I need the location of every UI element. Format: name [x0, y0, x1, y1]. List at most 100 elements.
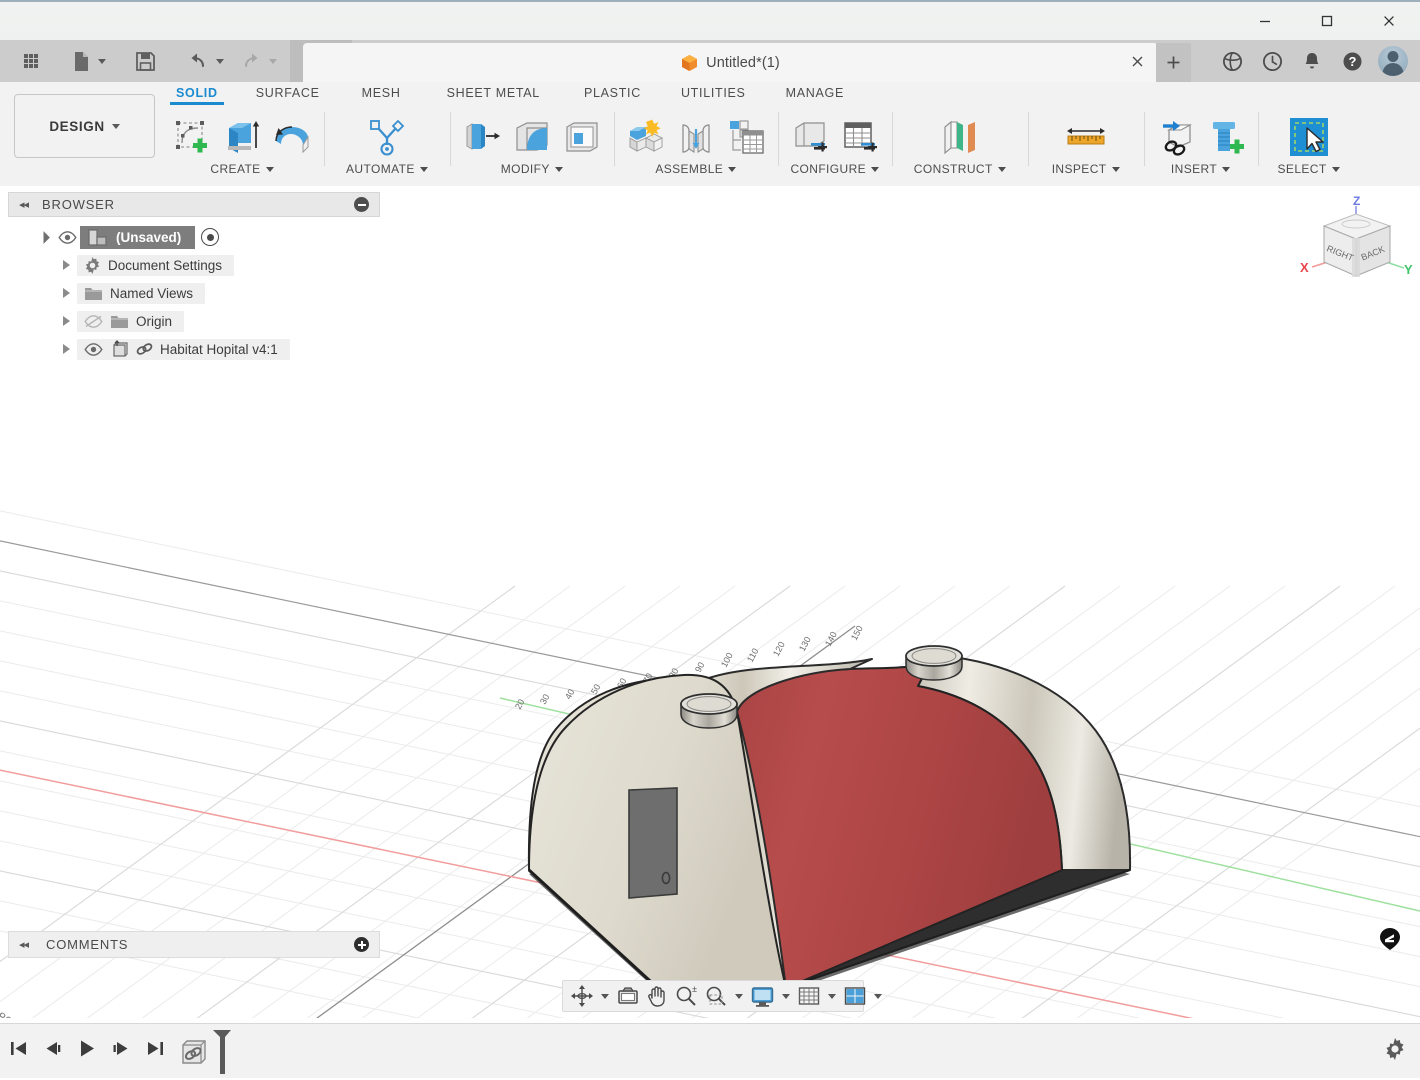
- visibility-eye-icon-habitat[interactable]: [84, 342, 103, 356]
- undo-button[interactable]: [182, 40, 229, 82]
- shell-tool[interactable]: [559, 112, 605, 162]
- panel-insert-label[interactable]: INSERT: [1171, 162, 1231, 176]
- display-settings-button[interactable]: [747, 982, 778, 1010]
- tree-node-origin[interactable]: Origin: [8, 307, 380, 335]
- comments-panel[interactable]: ◂◂ COMMENTS: [8, 931, 380, 958]
- offset-plane-tool[interactable]: [933, 112, 987, 162]
- notifications-button[interactable]: [1292, 40, 1332, 82]
- redo-button[interactable]: [235, 40, 282, 82]
- go-to-end-button[interactable]: [144, 1035, 166, 1061]
- tab-sheet-metal[interactable]: SHEET METAL: [417, 82, 556, 103]
- panel-automate-label[interactable]: AUTOMATE: [346, 162, 428, 176]
- expand-arrow-document-settings[interactable]: [55, 260, 77, 270]
- automate-tool[interactable]: [364, 112, 410, 162]
- activate-component-radio[interactable]: [201, 228, 220, 246]
- step-forward-button[interactable]: [110, 1035, 132, 1061]
- close-tab-button[interactable]: [1131, 55, 1144, 73]
- document-settings-row[interactable]: Document Settings: [77, 254, 235, 276]
- view-cube[interactable]: Z X Y RIGHT BACK: [1294, 192, 1416, 292]
- zoom-button[interactable]: ±: [671, 982, 701, 1010]
- tree-node-root[interactable]: (Unsaved): [8, 223, 380, 251]
- expand-arrow-origin[interactable]: [55, 316, 77, 326]
- minimize-button[interactable]: [1234, 2, 1296, 40]
- ribbon-panels: CREATE AUTOMATE MODIFY ASSEMBLE CONFIGUR…: [160, 106, 1360, 184]
- insert-derive-tool[interactable]: [1153, 112, 1199, 162]
- joint-tool[interactable]: [673, 112, 719, 162]
- timeline-settings-gear-icon[interactable]: [1384, 1038, 1406, 1065]
- look-at-button[interactable]: [613, 982, 643, 1010]
- tree-node-named-views[interactable]: Named Views: [8, 279, 380, 307]
- document-tab[interactable]: Untitled*(1): [303, 43, 1158, 82]
- close-button[interactable]: [1358, 2, 1420, 40]
- job-status-button[interactable]: [1252, 40, 1292, 82]
- browser-header[interactable]: ◂◂ BROWSER: [8, 192, 380, 217]
- habitat-hopital-row[interactable]: Habitat Hopital v4:1: [77, 338, 290, 360]
- viewports-button[interactable]: [840, 982, 870, 1010]
- tab-surface[interactable]: SURFACE: [234, 82, 336, 103]
- app-grid-button[interactable]: [8, 40, 54, 82]
- viewports-dropdown-caret[interactable]: [874, 993, 882, 999]
- bom-icon: [729, 120, 764, 154]
- extensions-button[interactable]: [1212, 40, 1252, 82]
- fillet-tool[interactable]: [509, 112, 555, 162]
- tab-plastic[interactable]: PLASTIC: [556, 82, 657, 103]
- new-tab-button[interactable]: [1156, 43, 1191, 82]
- root-component-pill[interactable]: (Unsaved): [80, 225, 196, 249]
- extrude-tool[interactable]: [219, 112, 265, 162]
- workspace-switcher[interactable]: DESIGN: [14, 94, 155, 158]
- tree-node-document-settings[interactable]: Document Settings: [8, 251, 380, 279]
- origin-row[interactable]: Origin: [77, 310, 185, 332]
- grid-snaps-button[interactable]: [794, 982, 824, 1010]
- new-component-tool[interactable]: [623, 112, 669, 162]
- revolve-tool[interactable]: [269, 112, 315, 162]
- comments-collapse-icon[interactable]: ◂◂: [19, 938, 29, 951]
- orbit-dropdown-caret[interactable]: [601, 993, 609, 999]
- configuration-tool[interactable]: [787, 112, 833, 162]
- press-pull-tool[interactable]: [459, 112, 505, 162]
- viewport-3d[interactable]: 60 40 20 0 20 80 20 30 40 50 60 70: [0, 186, 1420, 1018]
- tab-mesh[interactable]: MESH: [336, 82, 417, 103]
- pan-button[interactable]: [643, 982, 671, 1010]
- bom-tool[interactable]: [723, 112, 769, 162]
- file-menu-button[interactable]: [66, 40, 112, 82]
- maximize-button[interactable]: [1296, 2, 1358, 40]
- panel-select-label[interactable]: SELECT: [1278, 162, 1340, 176]
- expand-arrow-root[interactable]: [32, 230, 54, 244]
- tab-utilities[interactable]: UTILITIES: [657, 82, 762, 103]
- double-chevron-left-icon[interactable]: ◂◂: [19, 198, 29, 211]
- panel-assemble-label[interactable]: ASSEMBLE: [655, 162, 737, 176]
- panel-configure-label[interactable]: CONFIGURE: [790, 162, 880, 176]
- grid-dropdown-caret[interactable]: [828, 993, 836, 999]
- zoom-window-button[interactable]: [701, 982, 731, 1010]
- save-button[interactable]: [122, 40, 168, 82]
- visibility-eye-icon-root[interactable]: [54, 230, 80, 244]
- tab-solid[interactable]: SOLID: [160, 82, 234, 105]
- panel-inspect-label[interactable]: INSPECT: [1052, 162, 1120, 176]
- tree-node-habitat-hopital[interactable]: Habitat Hopital v4:1: [8, 335, 380, 363]
- expand-arrow-habitat-hopital[interactable]: [55, 344, 77, 354]
- display-dropdown-caret[interactable]: [782, 993, 790, 999]
- avatar[interactable]: [1378, 46, 1408, 76]
- measure-tool[interactable]: [1061, 112, 1111, 162]
- step-back-button[interactable]: [42, 1035, 64, 1061]
- expand-arrow-named-views[interactable]: [55, 288, 77, 298]
- panel-modify-label[interactable]: MODIFY: [501, 162, 563, 176]
- help-button[interactable]: ?: [1332, 40, 1372, 82]
- select-tool[interactable]: [1283, 112, 1335, 162]
- go-to-beginning-button[interactable]: [8, 1035, 30, 1061]
- minus-circle-icon[interactable]: [354, 197, 369, 212]
- play-playback-button[interactable]: [76, 1035, 98, 1061]
- visibility-eye-off-icon-origin[interactable]: [84, 314, 103, 328]
- panel-create-label[interactable]: CREATE: [210, 162, 274, 176]
- insert-mcmaster-tool[interactable]: [1203, 112, 1249, 162]
- plus-circle-icon[interactable]: [354, 937, 369, 952]
- zoom-dropdown-caret[interactable]: [735, 993, 743, 999]
- timeline-feature-derive[interactable]: [180, 1038, 208, 1071]
- tab-manage[interactable]: MANAGE: [762, 82, 860, 103]
- configuration-table-tool[interactable]: [837, 112, 883, 162]
- named-views-row[interactable]: Named Views: [77, 282, 206, 304]
- orbit-button[interactable]: [567, 982, 597, 1010]
- panel-construct-label[interactable]: CONSTRUCT: [914, 162, 1006, 176]
- timeline-end-marker[interactable]: [209, 1029, 235, 1080]
- create-sketch-tool[interactable]: [169, 112, 215, 162]
